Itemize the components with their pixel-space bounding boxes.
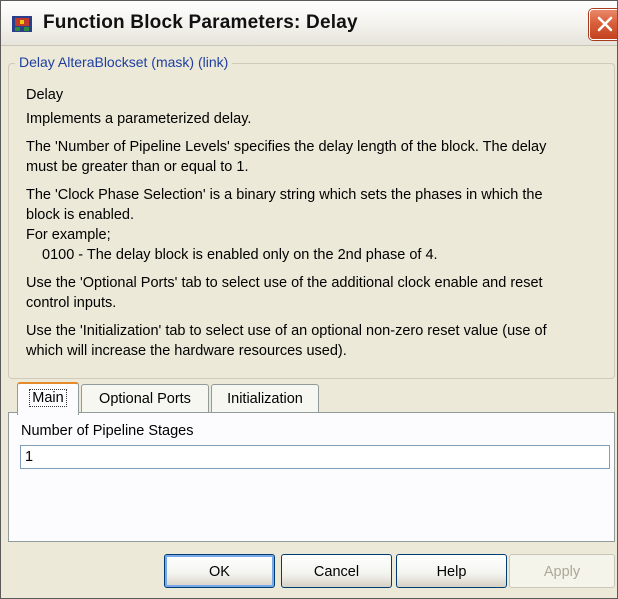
description-line: Delay (26, 87, 64, 103)
tab-main[interactable]: Main (17, 382, 79, 415)
description-line: must be greater than or equal to 1. (26, 159, 249, 175)
tab-panel-main: Number of Pipeline Stages (8, 412, 615, 542)
description-line: which will increase the hardware resourc… (26, 343, 347, 359)
title-bar[interactable]: Function Block Parameters: Delay (1, 1, 617, 46)
description-line: The 'Number of Pipeline Levels' specifie… (26, 139, 547, 155)
close-icon (597, 16, 613, 32)
window-title: Function Block Parameters: Delay (43, 12, 358, 33)
tab-label: Optional Ports (99, 391, 191, 407)
close-button[interactable] (589, 9, 617, 40)
description-line: block is enabled. (26, 207, 135, 223)
tab-initialization[interactable]: Initialization (211, 384, 319, 413)
pipeline-stages-input[interactable] (20, 445, 610, 469)
description-line: Implements a parameterized delay. (26, 111, 252, 127)
description-line: Use the 'Optional Ports' tab to select u… (26, 275, 543, 291)
tab-optional-ports[interactable]: Optional Ports (81, 384, 209, 413)
description-line: For example; (26, 227, 111, 243)
group-legend: Delay AlteraBlockset (mask) (link) (15, 54, 233, 70)
description-line: The 'Clock Phase Selection' is a binary … (26, 187, 543, 203)
tab-label: Main (29, 389, 67, 407)
dialog-window: Function Block Parameters: Delay Delay A… (0, 0, 618, 599)
description-line: Use the 'Initialization' tab to select u… (26, 323, 547, 339)
simulink-block-icon (11, 15, 33, 33)
pipeline-stages-label: Number of Pipeline Stages (21, 423, 194, 439)
apply-button[interactable]: Apply (509, 554, 615, 588)
tab-container: Main Optional Ports Initialization Numbe… (8, 382, 615, 542)
tab-label: Initialization (227, 391, 303, 407)
description-line: 0100 - The delay block is enabled only o… (42, 247, 438, 263)
cancel-button[interactable]: Cancel (281, 554, 392, 588)
ok-button[interactable]: OK (164, 554, 275, 588)
help-button[interactable]: Help (396, 554, 507, 588)
description-line: control inputs. (26, 295, 117, 311)
